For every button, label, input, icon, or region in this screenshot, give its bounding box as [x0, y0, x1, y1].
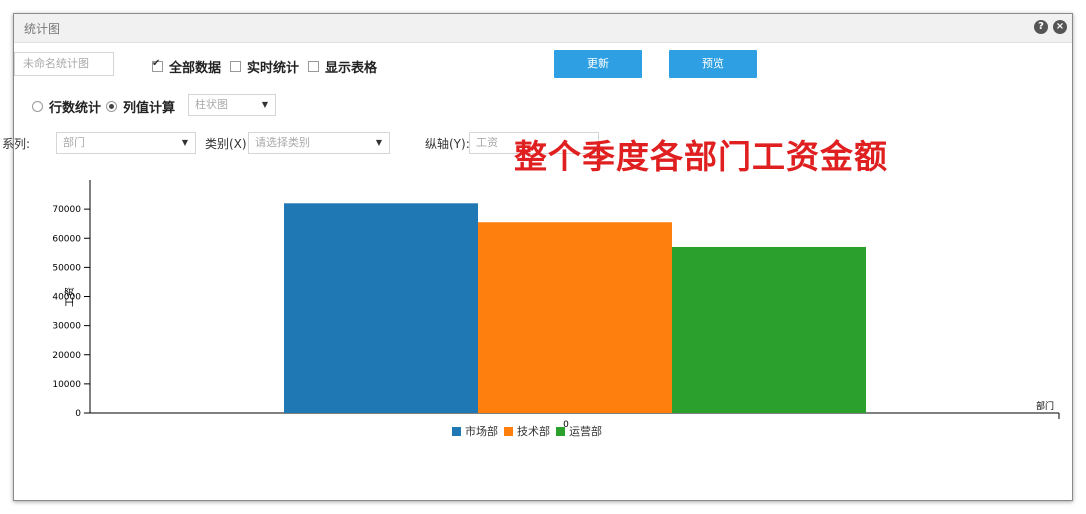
y-tick-label: 10000 — [52, 380, 81, 390]
bar-3 — [672, 246, 866, 413]
legend-item[interactable]: 技术部 — [504, 423, 550, 439]
y-tick-label: 50000 — [52, 263, 81, 273]
y-tick-label: 0 — [75, 409, 81, 419]
bar-2 — [478, 222, 672, 413]
legend-label: 运营部 — [569, 425, 602, 438]
x-axis-label: 部门 — [1036, 400, 1054, 412]
y-tick-label: 30000 — [52, 322, 81, 332]
legend-swatch — [556, 427, 565, 436]
y-tick-label: 60000 — [52, 234, 81, 244]
legend-label: 技术部 — [517, 425, 550, 438]
legend-item[interactable]: 市场部 — [452, 423, 498, 439]
legend-item[interactable]: 运营部 — [556, 423, 602, 439]
y-tick-label: 70000 — [52, 205, 81, 215]
legend-swatch — [504, 427, 513, 436]
y-axis-label: 工资 — [64, 287, 76, 307]
legend-label: 市场部 — [465, 425, 498, 438]
chart-legend: 市场部 技术部 运营部 — [452, 423, 602, 439]
legend-swatch — [452, 427, 461, 436]
bar-1 — [284, 203, 478, 413]
y-tick-label: 20000 — [52, 351, 81, 361]
